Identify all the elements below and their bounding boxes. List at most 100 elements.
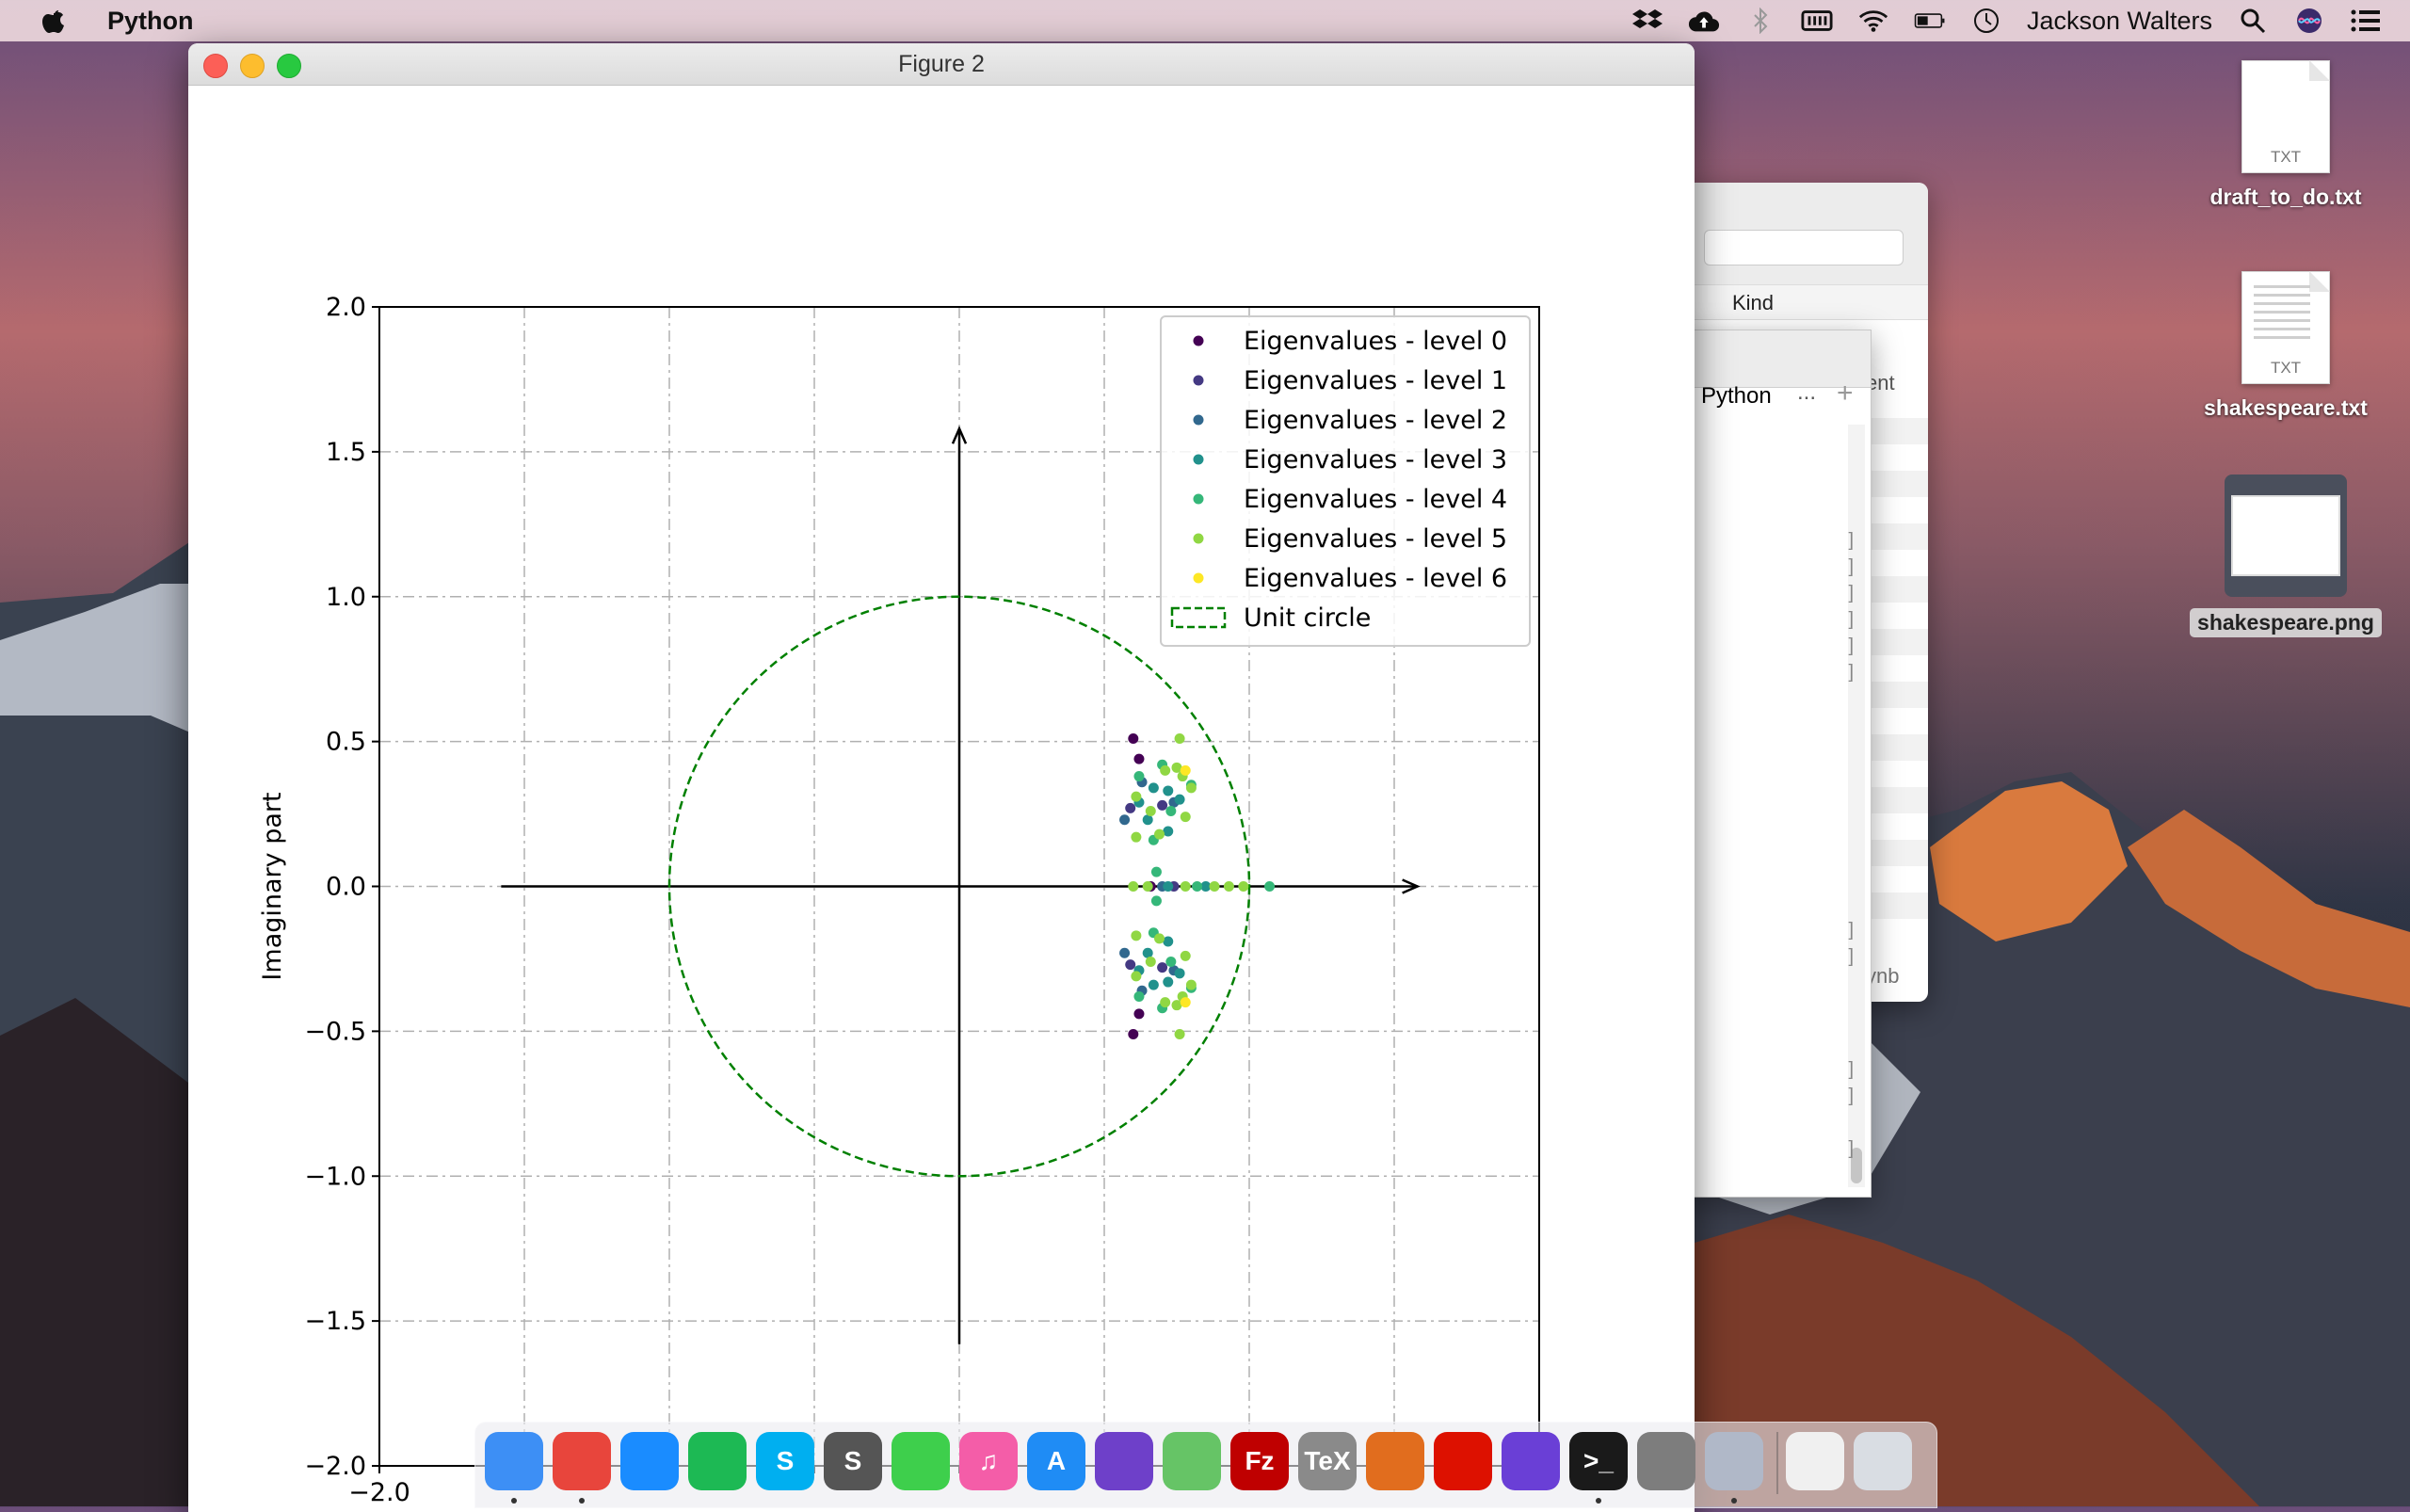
trash-icon[interactable] (1854, 1432, 1912, 1490)
apple-icon[interactable] (38, 5, 70, 37)
legend-marker (1193, 454, 1204, 465)
eigenvalue-point (1157, 799, 1168, 811)
eigenvalue-point (1150, 866, 1162, 877)
finder-search-field[interactable] (1704, 230, 1904, 265)
bluetooth-icon[interactable] (1744, 8, 1776, 34)
y-tick-label: 0.5 (326, 728, 366, 757)
cell-bracket: ] (1848, 609, 1854, 630)
eigenvalue-point (1163, 976, 1174, 988)
y-tick-label: 1.5 (326, 438, 366, 467)
zoom-button[interactable] (277, 54, 301, 78)
window-titlebar: Figure 2 (188, 43, 1695, 86)
notebook-tab-python[interactable]: Python (1701, 383, 1772, 410)
siri-icon[interactable] (2293, 8, 2325, 34)
search-icon[interactable] (2237, 8, 2269, 34)
tab-overflow-button[interactable]: ... (1797, 379, 1816, 406)
system-preferences-icon[interactable] (1637, 1432, 1695, 1490)
eigenvalue-point (1119, 814, 1131, 826)
cell-bracket: ] (1848, 662, 1854, 683)
desktop-file-draft[interactable]: TXT draft_to_do.txt (2182, 60, 2389, 210)
close-button[interactable] (203, 54, 228, 78)
eigenvalue-point (1185, 782, 1197, 794)
eigenvalue-point (1133, 771, 1145, 782)
y-tick-label: −1.5 (304, 1307, 366, 1336)
matlab-icon[interactable] (1366, 1432, 1424, 1490)
image-file-icon[interactable] (2225, 475, 2347, 597)
memory-icon[interactable] (1801, 8, 1833, 34)
notebook-window[interactable]: Python ... + ] ] ] ] ] ] ] ] ] ] ] (1685, 330, 1872, 1198)
file-label-selected[interactable]: shakespeare.png (2190, 608, 2382, 637)
y-tick-label: −0.5 (304, 1017, 366, 1046)
battery-icon[interactable] (1914, 8, 1946, 34)
dock: S S ♫ A Fz TeX >_ (474, 1422, 1937, 1508)
column-kind[interactable]: Kind (1732, 291, 1774, 315)
cell-bracket: ] (1848, 920, 1854, 941)
eigenvalue-point (1180, 950, 1191, 961)
legend-marker (1193, 493, 1204, 505)
cell-bracket: ] (1848, 1086, 1854, 1106)
tex-icon[interactable]: TeX (1298, 1432, 1357, 1490)
legend-marker (1193, 533, 1204, 544)
cell-bracket: ] (1848, 583, 1854, 603)
clock-icon[interactable] (1970, 8, 2002, 34)
siri-icon[interactable] (1502, 1432, 1560, 1490)
add-tab-button[interactable]: + (1837, 378, 1854, 410)
file-label[interactable]: shakespeare.txt (2182, 395, 2389, 421)
eigenvalue-point (1165, 805, 1177, 816)
dropbox-icon[interactable] (1631, 8, 1663, 34)
itunes-icon[interactable]: ♫ (959, 1432, 1018, 1490)
mathematica-icon[interactable] (1434, 1432, 1492, 1490)
rocket-icon[interactable] (1705, 1432, 1763, 1490)
text-file-icon[interactable]: TXT (2241, 60, 2330, 173)
eigenvalue-point (1165, 957, 1177, 968)
user-name[interactable]: Jackson Walters (2027, 7, 2212, 36)
eigenvalue-point (1128, 881, 1139, 892)
atom-icon[interactable] (1163, 1432, 1221, 1490)
legend-entry: Eigenvalues - level 3 (1244, 445, 1507, 475)
chrome-icon[interactable] (553, 1432, 611, 1490)
wifi-icon[interactable] (1857, 8, 1889, 34)
filezilla-icon[interactable]: Fz (1230, 1432, 1289, 1490)
eigenvalue-point (1163, 881, 1174, 892)
legend-entry: Eigenvalues - level 0 (1244, 327, 1507, 356)
finder-column-header: Kind (1685, 284, 1928, 320)
cell-bracket: ] (1848, 635, 1854, 656)
finder-icon[interactable] (485, 1432, 543, 1490)
eigenvalue-point (1131, 831, 1142, 843)
app-store-icon[interactable]: A (1027, 1432, 1085, 1490)
eigenvalue-point (1154, 828, 1165, 840)
legend-marker (1193, 335, 1204, 346)
eigenvalue-point (1160, 997, 1171, 1008)
safari-icon[interactable] (620, 1432, 679, 1490)
facetime-icon[interactable] (892, 1432, 950, 1490)
eigenvalue-point (1150, 895, 1162, 907)
eigenvalue-point (1238, 881, 1249, 892)
legend-entry: Eigenvalues - level 6 (1244, 564, 1507, 593)
cloud-upload-icon[interactable] (1688, 8, 1720, 34)
eigenvalue-plot: −2.0 −1.5 −1.0 −0.5 0.0 0.5 1.0 1.5 2.0 −2.0 Imagi… (258, 293, 1540, 1507)
preview-icon[interactable] (1786, 1432, 1844, 1490)
text-file-icon[interactable]: TXT (2241, 271, 2330, 384)
eigenvalue-point (1174, 1028, 1185, 1039)
cell-bracket: ] (1848, 946, 1854, 967)
terminal-icon[interactable]: >_ (1569, 1432, 1628, 1490)
legend-entry: Eigenvalues - level 4 (1244, 485, 1507, 514)
dock-separator (1776, 1432, 1778, 1494)
legend-marker (1193, 375, 1204, 386)
skype-icon[interactable]: S (756, 1432, 814, 1490)
app-name[interactable]: Python (107, 7, 194, 36)
figure-window[interactable]: Figure 2 −2.0 −1.5 −1.0 −0.5 0.0 0.5 1.0 1.5 2.0… (188, 43, 1695, 1512)
scrivener-icon[interactable]: S (824, 1432, 882, 1490)
spotify-icon[interactable] (688, 1432, 747, 1490)
desktop-file-shakespeare-png[interactable]: shakespeare.png (2182, 475, 2389, 637)
eigenvalue-point (1180, 764, 1191, 776)
running-indicator (1731, 1498, 1737, 1504)
desktop-file-shakespeare-txt[interactable]: TXT shakespeare.txt (2182, 271, 2389, 421)
eigenvalue-point (1174, 794, 1185, 805)
list-icon[interactable] (2350, 8, 2382, 34)
x-tick-label: −2.0 (348, 1478, 410, 1507)
github-icon[interactable] (1095, 1432, 1153, 1490)
file-label[interactable]: draft_to_do.txt (2182, 185, 2389, 210)
minimize-button[interactable] (240, 54, 265, 78)
eigenvalue-point (1131, 930, 1142, 941)
